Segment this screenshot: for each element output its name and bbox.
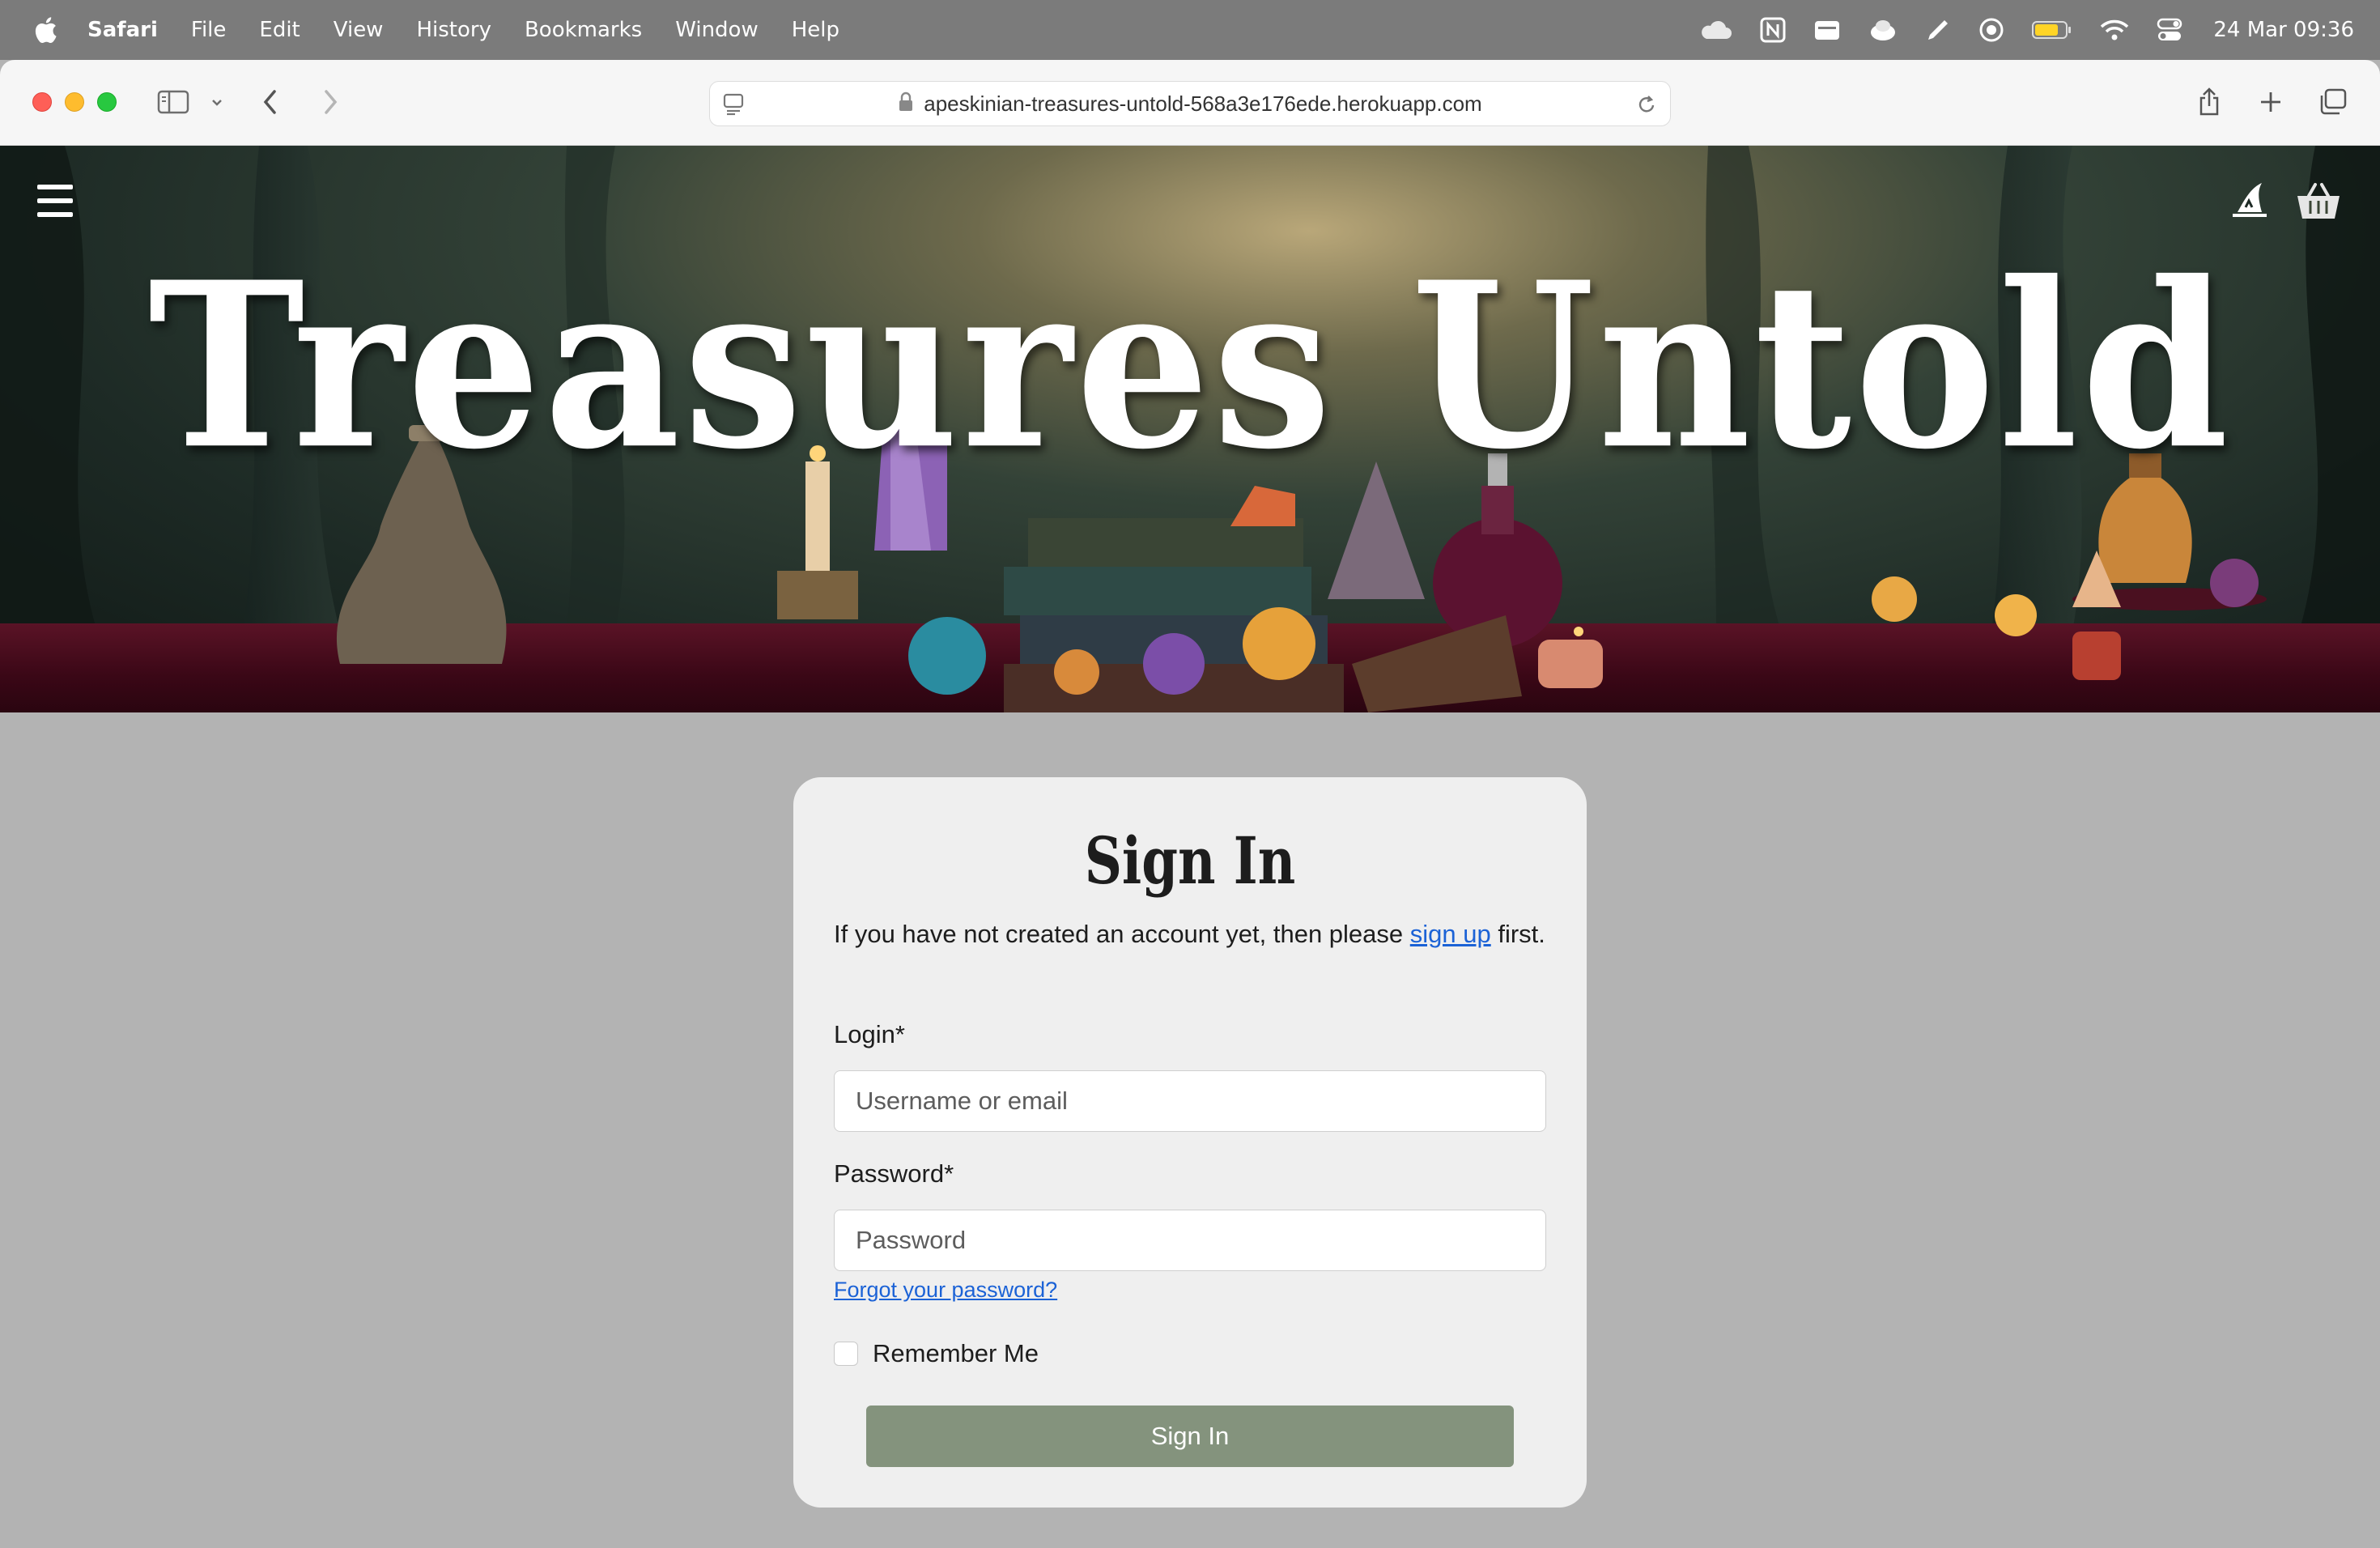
sign-in-intro: If you have not created an account yet, …	[834, 915, 1546, 954]
close-window-button[interactable]	[32, 92, 52, 112]
sign-in-button[interactable]: Sign In	[866, 1406, 1514, 1467]
hero-banner: Treasures Untold	[0, 146, 2380, 712]
site-title[interactable]: Treasures Untold	[0, 233, 2380, 500]
intro-text-before: If you have not created an account yet, …	[834, 920, 1410, 948]
notion-icon[interactable]	[1760, 17, 1786, 43]
sign-in-heading: Sign In	[1084, 823, 1296, 899]
menu-help[interactable]: Help	[792, 18, 839, 42]
pen-icon[interactable]	[1925, 17, 1951, 43]
apple-icon[interactable]	[31, 16, 60, 44]
password-label: Password*	[834, 1159, 954, 1188]
tab-overview-icon[interactable]	[2318, 81, 2348, 123]
remember-me-label: Remember Me	[873, 1339, 1039, 1367]
menu-file[interactable]: File	[191, 18, 227, 42]
sync-icon[interactable]	[1868, 18, 1898, 42]
menu-history[interactable]: History	[416, 18, 491, 42]
menu-edit[interactable]: Edit	[259, 18, 300, 42]
zoom-window-button[interactable]	[97, 92, 117, 112]
forward-icon[interactable]	[321, 81, 340, 123]
lock-icon	[898, 91, 914, 117]
menu-view[interactable]: View	[334, 18, 384, 42]
cloud-icon[interactable]	[1698, 19, 1732, 40]
account-hat-icon[interactable]	[2229, 180, 2270, 223]
menu-window[interactable]: Window	[675, 18, 759, 42]
login-input[interactable]	[834, 1070, 1546, 1132]
new-tab-icon[interactable]	[2259, 81, 2283, 123]
wifi-icon[interactable]	[2100, 19, 2129, 41]
window-controls	[32, 92, 130, 112]
shopping-basket-icon[interactable]	[2296, 181, 2341, 224]
minimize-window-button[interactable]	[65, 92, 84, 112]
remember-me-row[interactable]: Remember Me	[834, 1339, 1039, 1368]
chevron-down-icon[interactable]	[209, 81, 225, 123]
browser-toolbar: apeskinian-treasures-untold-568a3e176ede…	[0, 60, 2380, 146]
reload-icon[interactable]	[1636, 93, 1657, 120]
password-input[interactable]	[834, 1210, 1546, 1271]
login-label: Login*	[834, 1020, 905, 1048]
back-icon[interactable]	[261, 81, 280, 123]
forgot-password-link[interactable]: Forgot your password?	[834, 1278, 1057, 1303]
remember-me-checkbox[interactable]	[834, 1342, 858, 1366]
intro-text-after: first.	[1490, 920, 1545, 948]
url-text: apeskinian-treasures-untold-568a3e176ede…	[924, 91, 1482, 116]
menu-clock[interactable]: 24 Mar 09:36	[2213, 18, 2354, 42]
control-center-icon[interactable]	[2157, 18, 2182, 42]
sign-up-link[interactable]: sign up	[1410, 920, 1491, 948]
macos-menu-bar: Safari File Edit View History Bookmarks …	[0, 0, 2380, 60]
status-icons: 24 Mar 09:36	[1671, 0, 2354, 60]
battery-icon[interactable]	[2032, 19, 2072, 40]
address-bar[interactable]: apeskinian-treasures-untold-568a3e176ede…	[709, 81, 1671, 126]
page-menu-icon[interactable]	[723, 93, 744, 120]
sidebar-toggle-icon[interactable]	[157, 81, 189, 123]
menu-app-name[interactable]: Safari	[87, 18, 158, 42]
sign-in-card: Sign In If you have not created an accou…	[793, 777, 1587, 1508]
hamburger-menu-icon[interactable]	[37, 185, 73, 217]
share-icon[interactable]	[2197, 81, 2221, 123]
calendar-icon[interactable]	[1813, 19, 1841, 41]
record-icon[interactable]	[1978, 17, 2004, 43]
menu-bookmarks[interactable]: Bookmarks	[525, 18, 642, 42]
